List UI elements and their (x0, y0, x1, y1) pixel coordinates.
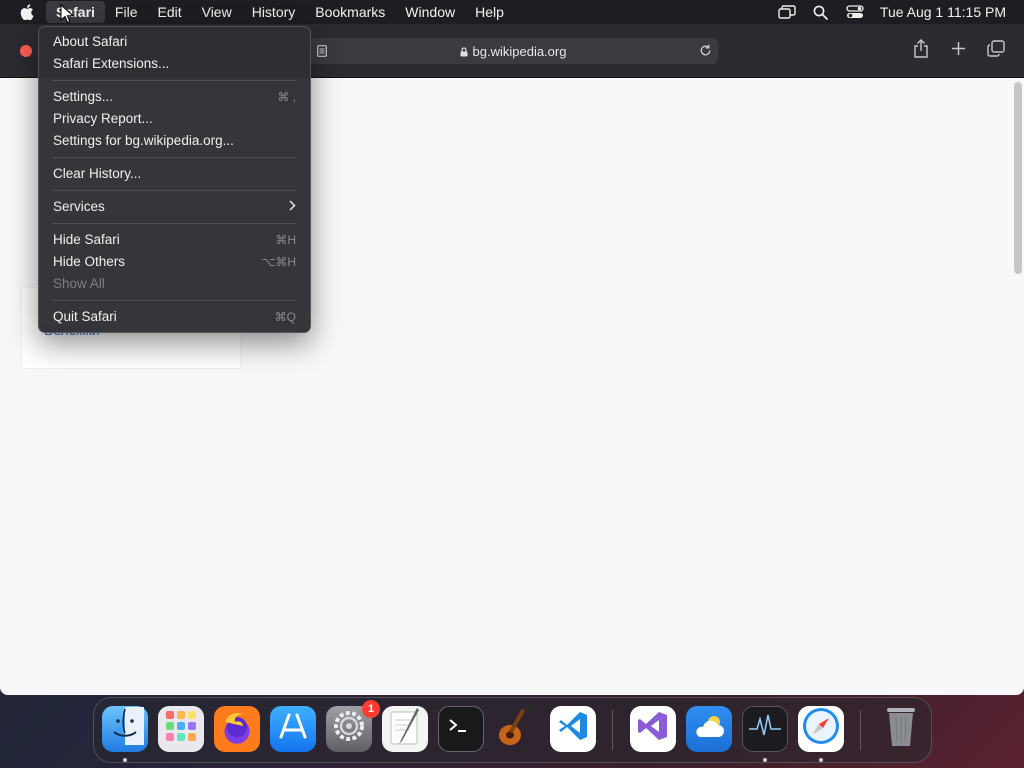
dock-safari[interactable] (798, 706, 844, 752)
weather-cloud-icon (692, 713, 726, 746)
dock-separator (612, 710, 613, 750)
window-close-button[interactable] (20, 45, 32, 57)
menu-help[interactable]: Help (465, 1, 514, 23)
menu-item-label: About Safari (53, 34, 128, 49)
dock-textedit[interactable] (382, 706, 428, 752)
safari-app-menu: About Safari Safari Extensions... Settin… (38, 26, 311, 333)
dock-firefox[interactable] (214, 706, 260, 752)
running-indicator (819, 758, 823, 762)
share-button[interactable] (910, 39, 932, 63)
status-area: Tue Aug 1 11:15 PM (778, 4, 1024, 20)
dock-app-store[interactable] (270, 706, 316, 752)
menu-clear-history[interactable]: Clear History... (39, 163, 310, 185)
activity-monitor-icon (747, 711, 783, 748)
menu-item-label: Clear History... (53, 166, 142, 181)
firefox-icon (219, 708, 255, 751)
share-icon (913, 39, 929, 63)
menu-item-label: Hide Safari (53, 232, 120, 247)
menu-view[interactable]: View (192, 1, 242, 23)
menu-about-safari[interactable]: About Safari (39, 31, 310, 53)
menu-item-label: Settings for bg.wikipedia.org... (53, 133, 234, 148)
menu-privacy-report[interactable]: Privacy Report... (39, 108, 310, 130)
menu-hide-others[interactable]: Hide Others ⌥⌘H (39, 251, 310, 273)
menu-item-label: Settings... (53, 89, 114, 104)
trash-icon (883, 704, 919, 755)
menu-show-all: Show All (39, 273, 310, 295)
notification-badge: 1 (362, 700, 380, 718)
control-center-icon[interactable] (846, 4, 864, 20)
lock-icon (460, 45, 468, 56)
mouse-cursor-icon (60, 3, 75, 24)
apple-menu-icon[interactable] (16, 4, 38, 20)
finder-icon (106, 706, 144, 752)
dock-terminal[interactable] (438, 706, 484, 752)
dock-separator (860, 710, 861, 750)
menu-bar-clock[interactable]: Tue Aug 1 11:15 PM (880, 4, 1006, 20)
dock: 1 (93, 697, 932, 763)
menu-item-label: Quit Safari (53, 309, 117, 324)
new-tab-button[interactable] (947, 40, 969, 62)
menu-settings[interactable]: Settings... ⌘ , (39, 86, 310, 108)
menu-window[interactable]: Window (395, 1, 465, 23)
address-bar[interactable]: bg.wikipedia.org (308, 38, 718, 64)
reload-icon[interactable] (698, 43, 712, 57)
launchpad-icon (163, 708, 199, 751)
page-scrollbar[interactable] (1014, 82, 1022, 274)
menu-separator (53, 190, 296, 191)
running-indicator (763, 758, 767, 762)
menu-safari-extensions[interactable]: Safari Extensions... (39, 53, 310, 75)
dock-garageband[interactable] (494, 702, 540, 752)
menu-item-label: Services (53, 199, 105, 214)
plus-icon (951, 41, 966, 61)
menu-item-label: Show All (53, 276, 105, 291)
menu-separator (53, 223, 296, 224)
menu-item-label: Privacy Report... (53, 111, 153, 126)
menu-bar: Safari File Edit View History Bookmarks … (0, 0, 1024, 24)
dock-activity-monitor[interactable] (742, 706, 788, 752)
screen-mirroring-icon[interactable] (778, 4, 796, 20)
menu-site-settings[interactable]: Settings for bg.wikipedia.org... (39, 130, 310, 152)
menu-edit[interactable]: Edit (147, 1, 191, 23)
tab-overview-button[interactable] (985, 40, 1007, 62)
gear-icon (332, 709, 366, 750)
dock-weather[interactable] (686, 706, 732, 752)
menu-separator (53, 80, 296, 81)
dock-trash[interactable] (878, 706, 924, 752)
url-text[interactable]: bg.wikipedia.org (473, 44, 567, 59)
menu-bookmarks[interactable]: Bookmarks (305, 1, 395, 23)
terminal-icon (446, 715, 476, 743)
menu-safari[interactable]: Safari (46, 1, 105, 23)
menu-item-label: Safari Extensions... (53, 56, 170, 71)
dock-visual-studio[interactable] (630, 706, 676, 752)
tab-overview-icon (987, 40, 1005, 62)
vscode-icon (557, 710, 589, 749)
guitar-icon (495, 702, 539, 756)
menu-file[interactable]: File (105, 1, 148, 23)
safari-compass-icon (801, 706, 841, 753)
menu-shortcut: ⌘Q (274, 310, 296, 324)
dock-vscode[interactable] (550, 706, 596, 752)
menu-separator (53, 157, 296, 158)
menu-separator (53, 300, 296, 301)
menu-services[interactable]: Services (39, 196, 310, 218)
menu-shortcut: ⌘H (275, 233, 296, 247)
app-store-icon (278, 711, 308, 748)
menu-item-label: Hide Others (53, 254, 126, 269)
dock-finder[interactable] (102, 706, 148, 752)
menu-shortcut: ⌘ , (277, 90, 296, 104)
visual-studio-icon (637, 710, 669, 749)
menu-history[interactable]: History (242, 1, 306, 23)
running-indicator (123, 758, 127, 762)
menu-shortcut: ⌥⌘H (261, 255, 297, 269)
chevron-right-icon (289, 196, 296, 218)
textedit-icon (387, 706, 423, 753)
menu-hide-safari[interactable]: Hide Safari ⌘H (39, 229, 310, 251)
spotlight-search-icon[interactable] (812, 4, 830, 20)
dock-launchpad[interactable] (158, 706, 204, 752)
dock-system-settings[interactable]: 1 (326, 700, 380, 752)
menu-quit-safari[interactable]: Quit Safari ⌘Q (39, 306, 310, 328)
